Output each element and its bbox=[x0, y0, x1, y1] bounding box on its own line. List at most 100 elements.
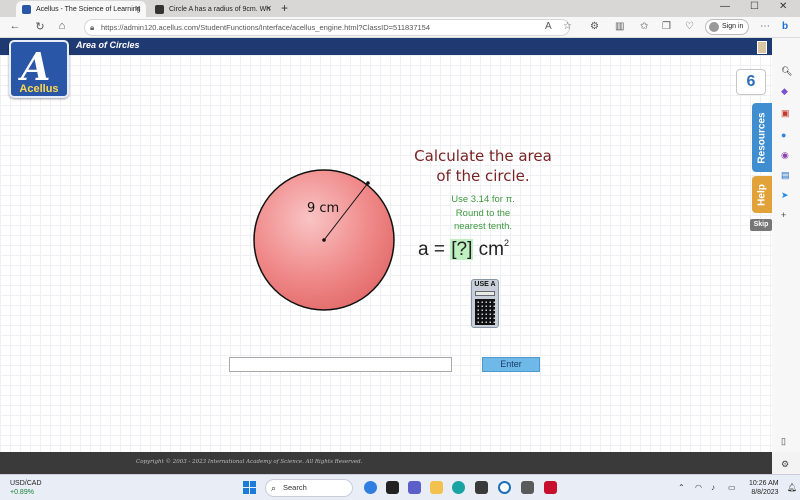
read-aloud-icon[interactable]: A bbox=[545, 21, 552, 32]
taskbar-search[interactable]: ⌕ Search bbox=[265, 479, 353, 497]
exit-door-icon[interactable] bbox=[757, 41, 767, 54]
send-icon[interactable]: ➤ bbox=[781, 190, 789, 201]
tab-title: Acellus - The Science of Learning bbox=[36, 5, 141, 13]
edge-icon[interactable] bbox=[452, 481, 465, 494]
toolbox-icon[interactable]: ▣ bbox=[781, 108, 790, 119]
calculator-screen bbox=[475, 291, 495, 296]
teams-icon[interactable] bbox=[408, 481, 421, 494]
copyright-text: Copyright © 2003 - 2023 International Ac… bbox=[136, 459, 363, 465]
help-tab[interactable]: Help bbox=[752, 176, 772, 213]
bing-app-icon[interactable] bbox=[364, 481, 377, 494]
calculator-keys-icon bbox=[475, 299, 495, 325]
question-text: Calculate the area of the circle. bbox=[395, 146, 571, 186]
edge-sidebar: 🔍︎ ◆ ▣ ● ◉ ▤ ➤ + ▯ bbox=[772, 38, 800, 452]
question-line-1: Calculate the area bbox=[414, 147, 552, 165]
area-formula: a = [?] cm2 bbox=[418, 238, 558, 261]
app-icon[interactable] bbox=[521, 481, 534, 494]
acellus-logo: A Acellus bbox=[9, 40, 69, 98]
brainly-favicon-icon bbox=[155, 4, 164, 14]
url-text: admin120.acellus.com/StudentFunctions/In… bbox=[123, 23, 431, 32]
dell-icon[interactable] bbox=[498, 481, 511, 494]
enter-button[interactable]: Enter bbox=[482, 357, 540, 372]
people-icon[interactable]: ● bbox=[781, 130, 786, 140]
hint-line-1: Use 3.14 for π. bbox=[451, 194, 515, 205]
task-view-icon[interactable] bbox=[386, 481, 399, 494]
extensions-icon[interactable]: ⚙ bbox=[590, 21, 599, 32]
stock-symbol: USD/CAD bbox=[10, 480, 42, 487]
mcafee-icon[interactable] bbox=[544, 481, 557, 494]
date: 8/8/2023 bbox=[751, 489, 779, 496]
maximize-icon[interactable]: ☐ bbox=[750, 1, 759, 12]
question-line-2: of the circle. bbox=[436, 167, 530, 185]
notification-bell-icon[interactable]: 🔔︎ bbox=[787, 483, 797, 492]
app-header: Area of Circles bbox=[0, 38, 772, 55]
hint-line-2: Round to the bbox=[455, 207, 511, 219]
formula-prefix: a = bbox=[418, 239, 451, 260]
answer-placeholder: [?] bbox=[450, 239, 474, 260]
favorites-icon[interactable]: ✩ bbox=[640, 21, 648, 32]
search-icon[interactable]: 🔍︎ bbox=[781, 66, 792, 77]
resources-tab[interactable]: Resources bbox=[752, 103, 772, 172]
formula-unit: cm bbox=[478, 239, 504, 260]
page-title: Area of Circles bbox=[76, 40, 140, 50]
tab-title: Circle A has a radius of 9cm. Wh bbox=[169, 5, 271, 13]
stock-change: +0.89% bbox=[10, 489, 34, 496]
more-menu-icon[interactable]: ⋯ bbox=[760, 21, 770, 32]
answer-input[interactable] bbox=[229, 357, 452, 372]
resources-label: Resources bbox=[756, 111, 768, 164]
formula-exponent: 2 bbox=[503, 238, 509, 248]
tab-acellus[interactable]: Acellus - The Science of Learning ✕ bbox=[16, 1, 146, 17]
tag-icon[interactable]: ◆ bbox=[781, 86, 788, 97]
minimize-icon[interactable]: — bbox=[720, 1, 730, 12]
sign-in-label: Sign in bbox=[722, 23, 744, 30]
windows-start-icon[interactable] bbox=[243, 481, 256, 494]
tab-circle-question[interactable]: Circle A has a radius of 9cm. Wh ✕ bbox=[149, 1, 277, 17]
copilot-icon[interactable]: b bbox=[782, 21, 788, 32]
collections-icon[interactable]: ❐ bbox=[662, 21, 671, 32]
calculator-button[interactable]: USE A bbox=[471, 279, 499, 328]
taskbar-search-label: Search bbox=[283, 483, 307, 492]
circle-diagram: 9 cm bbox=[253, 169, 395, 311]
windows-taskbar: USD/CAD +0.89% ⌕ Search ⌃ ◠ ♪ ▭ 10:26 AM… bbox=[0, 474, 800, 500]
store-icon[interactable] bbox=[475, 481, 488, 494]
wifi-icon[interactable]: ◠ bbox=[695, 483, 702, 492]
time: 10:26 AM bbox=[749, 480, 779, 487]
lock-icon: 🔒︎ bbox=[90, 23, 95, 32]
back-icon[interactable]: ← bbox=[8, 20, 22, 32]
hint-text: Use 3.14 for π. Round to the nearest ten… bbox=[405, 193, 561, 234]
browser-toolbar: ← ↻ ⌂ 🔒︎ https://admin120.acellus.com/St… bbox=[0, 17, 800, 38]
home-icon[interactable]: ⌂ bbox=[55, 20, 69, 32]
stock-widget[interactable]: USD/CAD +0.89% bbox=[10, 479, 42, 497]
settings-gear-icon[interactable]: ⚙ bbox=[781, 459, 789, 470]
new-tab-icon[interactable]: + bbox=[281, 1, 288, 15]
outlook-icon[interactable]: ▤ bbox=[781, 170, 790, 181]
file-explorer-icon[interactable] bbox=[430, 481, 443, 494]
games-icon[interactable]: ◉ bbox=[781, 150, 789, 161]
address-bar[interactable]: 🔒︎ https://admin120.acellus.com/StudentF… bbox=[84, 19, 570, 36]
speaker-icon[interactable]: ♪ bbox=[711, 483, 715, 492]
split-screen-icon[interactable]: ▥ bbox=[615, 21, 624, 32]
add-icon[interactable]: + bbox=[781, 210, 786, 220]
sidebar-toggle-icon[interactable]: ▯ bbox=[781, 436, 786, 447]
center-point bbox=[322, 238, 326, 242]
browser-tab-strip: Acellus - The Science of Learning ✕ Circ… bbox=[0, 0, 800, 17]
radius-label: 9 cm bbox=[307, 201, 339, 216]
close-icon[interactable]: ✕ bbox=[134, 4, 141, 13]
page-footer: Copyright © 2003 - 2023 International Ac… bbox=[0, 452, 772, 474]
window-close-icon[interactable]: ✕ bbox=[779, 1, 787, 12]
battery-icon[interactable]: ▭ bbox=[728, 483, 736, 492]
favorite-star-icon[interactable]: ☆ bbox=[563, 21, 572, 32]
calculator-label: USE A bbox=[474, 281, 496, 288]
sign-in-button[interactable]: Sign in bbox=[705, 19, 750, 35]
question-counter: 6 bbox=[736, 69, 766, 95]
browser-essentials-icon[interactable]: ♡ bbox=[685, 21, 694, 32]
close-icon[interactable]: ✕ bbox=[265, 4, 272, 13]
refresh-icon[interactable]: ↻ bbox=[33, 20, 47, 33]
acellus-favicon-icon bbox=[22, 4, 31, 14]
logo-word: Acellus bbox=[19, 83, 59, 95]
avatar bbox=[709, 22, 719, 32]
hint-line-3: nearest tenth. bbox=[453, 221, 513, 232]
chevron-up-icon[interactable]: ⌃ bbox=[678, 483, 685, 492]
clock[interactable]: 10:26 AM 8/8/2023 bbox=[749, 479, 779, 497]
skip-button[interactable]: Skip bbox=[750, 219, 772, 231]
